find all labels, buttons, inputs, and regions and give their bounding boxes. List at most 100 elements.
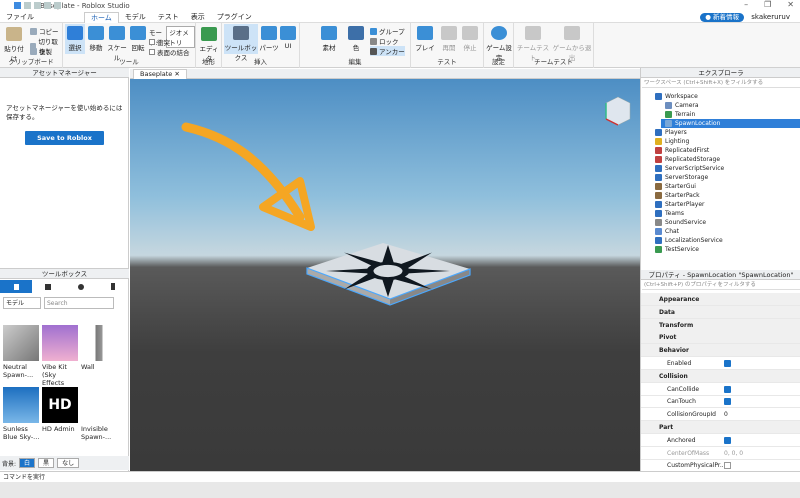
explorer-item[interactable]: SpawnLocation xyxy=(661,119,800,128)
toolbox-search-input[interactable]: Search xyxy=(44,297,114,309)
lock-button[interactable]: ロック xyxy=(370,36,399,46)
open-file-icon[interactable] xyxy=(34,2,41,9)
save-icon[interactable] xyxy=(44,2,51,9)
explorer-item[interactable]: StarterGui xyxy=(655,182,696,191)
toolbox-item[interactable]: HD HD Admin xyxy=(42,387,80,433)
tab-recent[interactable] xyxy=(65,280,97,293)
property-value[interactable] xyxy=(724,357,731,370)
explorer-item[interactable]: ReplicatedStorage xyxy=(655,155,720,164)
property-row[interactable]: CenterOfMass 0, 0, 0 xyxy=(641,447,800,460)
explorer-item[interactable]: Lighting xyxy=(655,137,689,146)
move-tool-button[interactable]: 移動 xyxy=(86,26,106,52)
explorer-item[interactable]: ServerStorage xyxy=(655,173,708,182)
explorer-item[interactable]: ReplicatedFirst xyxy=(655,146,709,155)
property-category[interactable]: Behavior xyxy=(641,344,800,358)
toolbox-item[interactable]: Sunless Blue Sky-... xyxy=(3,387,41,441)
background-black-button[interactable]: 黒 xyxy=(38,458,55,468)
property-row[interactable]: CanTouch xyxy=(641,395,800,409)
tab-home[interactable]: ホーム xyxy=(84,11,119,23)
collisions-checkbox[interactable] xyxy=(149,39,155,45)
property-row[interactable]: CustomPhysicalPr... xyxy=(641,459,800,471)
join-surfaces-checkbox[interactable] xyxy=(149,49,155,55)
explorer-filter-input[interactable]: ワークスペース (Ctrl+Shift+X) をフィルタする xyxy=(642,79,800,88)
property-category[interactable]: Data xyxy=(641,305,800,319)
property-row[interactable]: Enabled xyxy=(641,357,800,370)
explorer-item[interactable]: Players xyxy=(655,128,687,137)
mode-dropdown[interactable]: ジオメトリ xyxy=(166,26,195,48)
property-checkbox[interactable] xyxy=(724,385,731,393)
save-to-roblox-button[interactable]: Save to Roblox xyxy=(25,131,104,145)
ui-button[interactable]: UI xyxy=(280,26,296,50)
toolbox-item[interactable]: Vibe Kit (Sky Effects Only) xyxy=(42,325,80,395)
property-row[interactable]: Anchored xyxy=(641,434,800,447)
property-value[interactable] xyxy=(724,434,731,447)
copy-button[interactable]: コピー xyxy=(30,26,59,36)
rotate-tool-button[interactable]: 回転 xyxy=(129,26,147,52)
resume-button[interactable]: 再開 xyxy=(439,26,459,52)
play-button[interactable]: プレイ xyxy=(414,26,436,52)
properties-filter-input[interactable]: (Ctrl+Shift+P) のプロパティをフィルタする xyxy=(642,281,800,290)
duplicate-button[interactable]: 複製 xyxy=(30,46,52,56)
explorer-item[interactable]: SoundService xyxy=(655,218,706,227)
property-row[interactable]: CanCollide xyxy=(641,383,800,396)
explorer-item[interactable]: StarterPlayer xyxy=(655,200,705,209)
tab-view[interactable]: 表示 xyxy=(185,12,211,23)
new-file-icon[interactable] xyxy=(24,2,31,9)
tab-inventory[interactable] xyxy=(32,280,64,293)
material-button[interactable]: 素材 xyxy=(318,26,340,52)
property-value[interactable] xyxy=(724,383,731,396)
property-checkbox[interactable] xyxy=(724,462,731,470)
restore-icon[interactable]: ❐ xyxy=(764,0,771,9)
property-checkbox[interactable] xyxy=(724,360,731,367)
file-menu[interactable]: ファイル xyxy=(0,12,40,23)
explorer-item[interactable]: Camera xyxy=(665,101,699,110)
explorer-item[interactable]: Workspace xyxy=(655,92,698,101)
toolbox-item[interactable]: Neutral Spawn-... xyxy=(3,325,41,379)
tab-marketplace[interactable] xyxy=(0,280,33,293)
tab-model[interactable]: モデル xyxy=(119,12,152,23)
property-row[interactable]: CollisionGroupId 0 xyxy=(641,408,800,422)
background-white-button[interactable]: 白 xyxy=(19,458,36,468)
part-button[interactable]: パーツ xyxy=(259,26,279,52)
3d-viewport[interactable] xyxy=(130,79,640,471)
explorer-item[interactable]: Teams xyxy=(655,209,684,218)
category-dropdown[interactable]: モデル xyxy=(3,297,41,309)
background-none-button[interactable]: なし xyxy=(57,458,80,468)
color-button[interactable]: 色 xyxy=(348,26,364,52)
explorer-item[interactable]: LocalizationService xyxy=(655,236,723,245)
explorer-item[interactable]: Terrain xyxy=(665,110,695,119)
property-category[interactable]: Part xyxy=(641,421,800,434)
property-category[interactable]: Collision xyxy=(641,369,800,383)
close-icon[interactable]: ✕ xyxy=(787,0,794,9)
tab-baseplate[interactable]: Baseplate ✕ xyxy=(133,69,187,79)
news-button[interactable]: ● 新着情報 xyxy=(700,13,744,22)
user-name[interactable]: skakeruruv xyxy=(751,12,790,23)
select-tool-button[interactable]: 選択 xyxy=(65,24,85,54)
undo-icon[interactable] xyxy=(54,2,61,9)
property-category[interactable]: Transform xyxy=(641,318,800,332)
toolbox-button[interactable]: ツールボックス xyxy=(224,24,258,62)
command-bar[interactable]: コマンドを実行 xyxy=(0,471,800,482)
view-cube[interactable] xyxy=(605,96,631,126)
minimize-icon[interactable]: – xyxy=(744,0,748,9)
tab-test[interactable]: テスト xyxy=(152,12,185,23)
property-checkbox[interactable] xyxy=(724,398,731,406)
toolbox-item[interactable]: Invisible Spawn-... xyxy=(81,387,119,441)
stop-button[interactable]: 停止 xyxy=(461,26,479,52)
tab-plugins[interactable]: プラグイン xyxy=(211,12,258,23)
property-category[interactable]: Pivot xyxy=(641,331,800,345)
property-value[interactable]: 0, 0, 0 xyxy=(724,447,743,460)
tab-creations[interactable] xyxy=(97,280,129,293)
property-category[interactable]: Appearance xyxy=(641,293,800,306)
explorer-item[interactable]: Chat xyxy=(655,227,679,236)
explorer-item[interactable]: ServerScriptService xyxy=(655,164,724,173)
anchor-button[interactable]: アンカー xyxy=(370,46,405,56)
explorer-item[interactable]: StarterPack xyxy=(655,191,700,200)
toolbox-item[interactable]: Wall xyxy=(81,325,119,371)
collisions-toggle[interactable]: 衝突 xyxy=(149,37,170,47)
group-button[interactable]: グループ xyxy=(370,26,405,36)
property-value[interactable] xyxy=(724,459,731,471)
property-checkbox[interactable] xyxy=(724,436,731,444)
property-value[interactable] xyxy=(724,395,731,408)
explorer-item[interactable]: TestService xyxy=(655,245,699,254)
